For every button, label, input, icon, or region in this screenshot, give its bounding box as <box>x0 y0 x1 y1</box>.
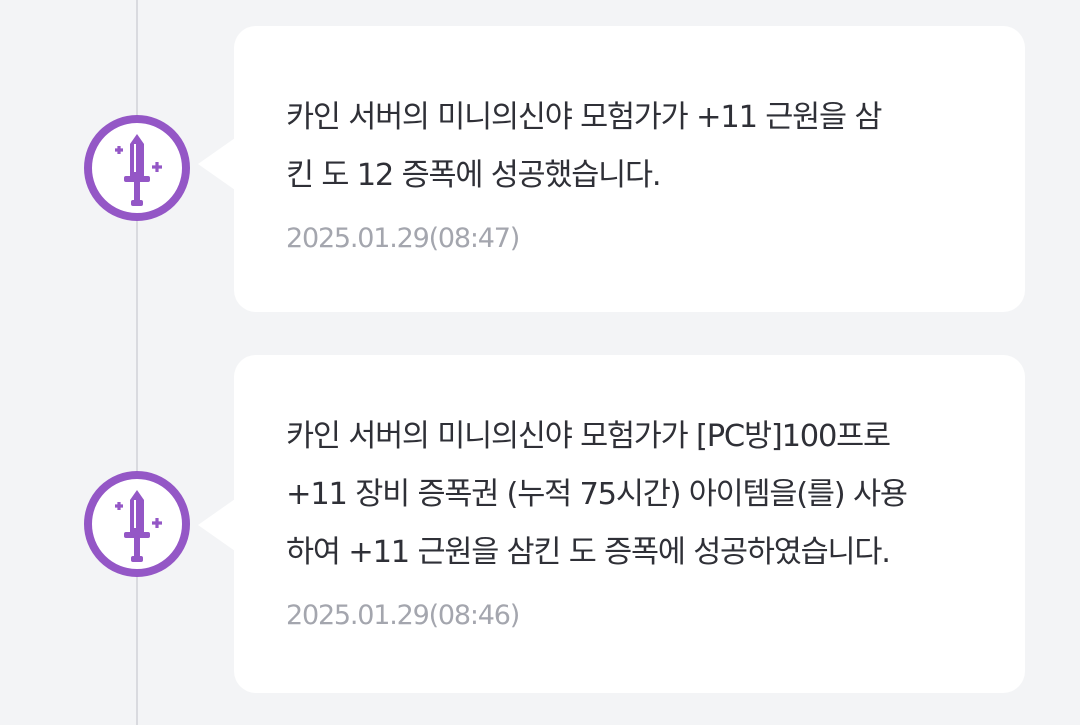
entry-message: 카인 서버의 미니의신야 모험가가 +11 근원을 삼 킨 도 12 증폭에 성… <box>286 100 882 193</box>
sword-icon <box>83 470 191 578</box>
sword-icon <box>83 114 191 222</box>
timeline-line <box>136 0 138 725</box>
history-entry-card: 카인 서버의 미니의신야 모험가가 +11 근원을 삼 킨 도 12 증폭에 성… <box>198 26 1025 312</box>
history-entry-card: 카인 서버의 미니의신야 모험가가 [PC방]100프로 +11 장비 증폭권 … <box>198 355 1025 693</box>
entry-timestamp: 2025.01.29(08:46) <box>286 600 520 631</box>
card-pointer <box>198 499 235 551</box>
card-pointer <box>198 138 235 190</box>
entry-message: 카인 서버의 미니의신야 모험가가 [PC방]100프로 +11 장비 증폭권 … <box>286 419 908 570</box>
entry-timestamp: 2025.01.29(08:47) <box>286 223 520 254</box>
